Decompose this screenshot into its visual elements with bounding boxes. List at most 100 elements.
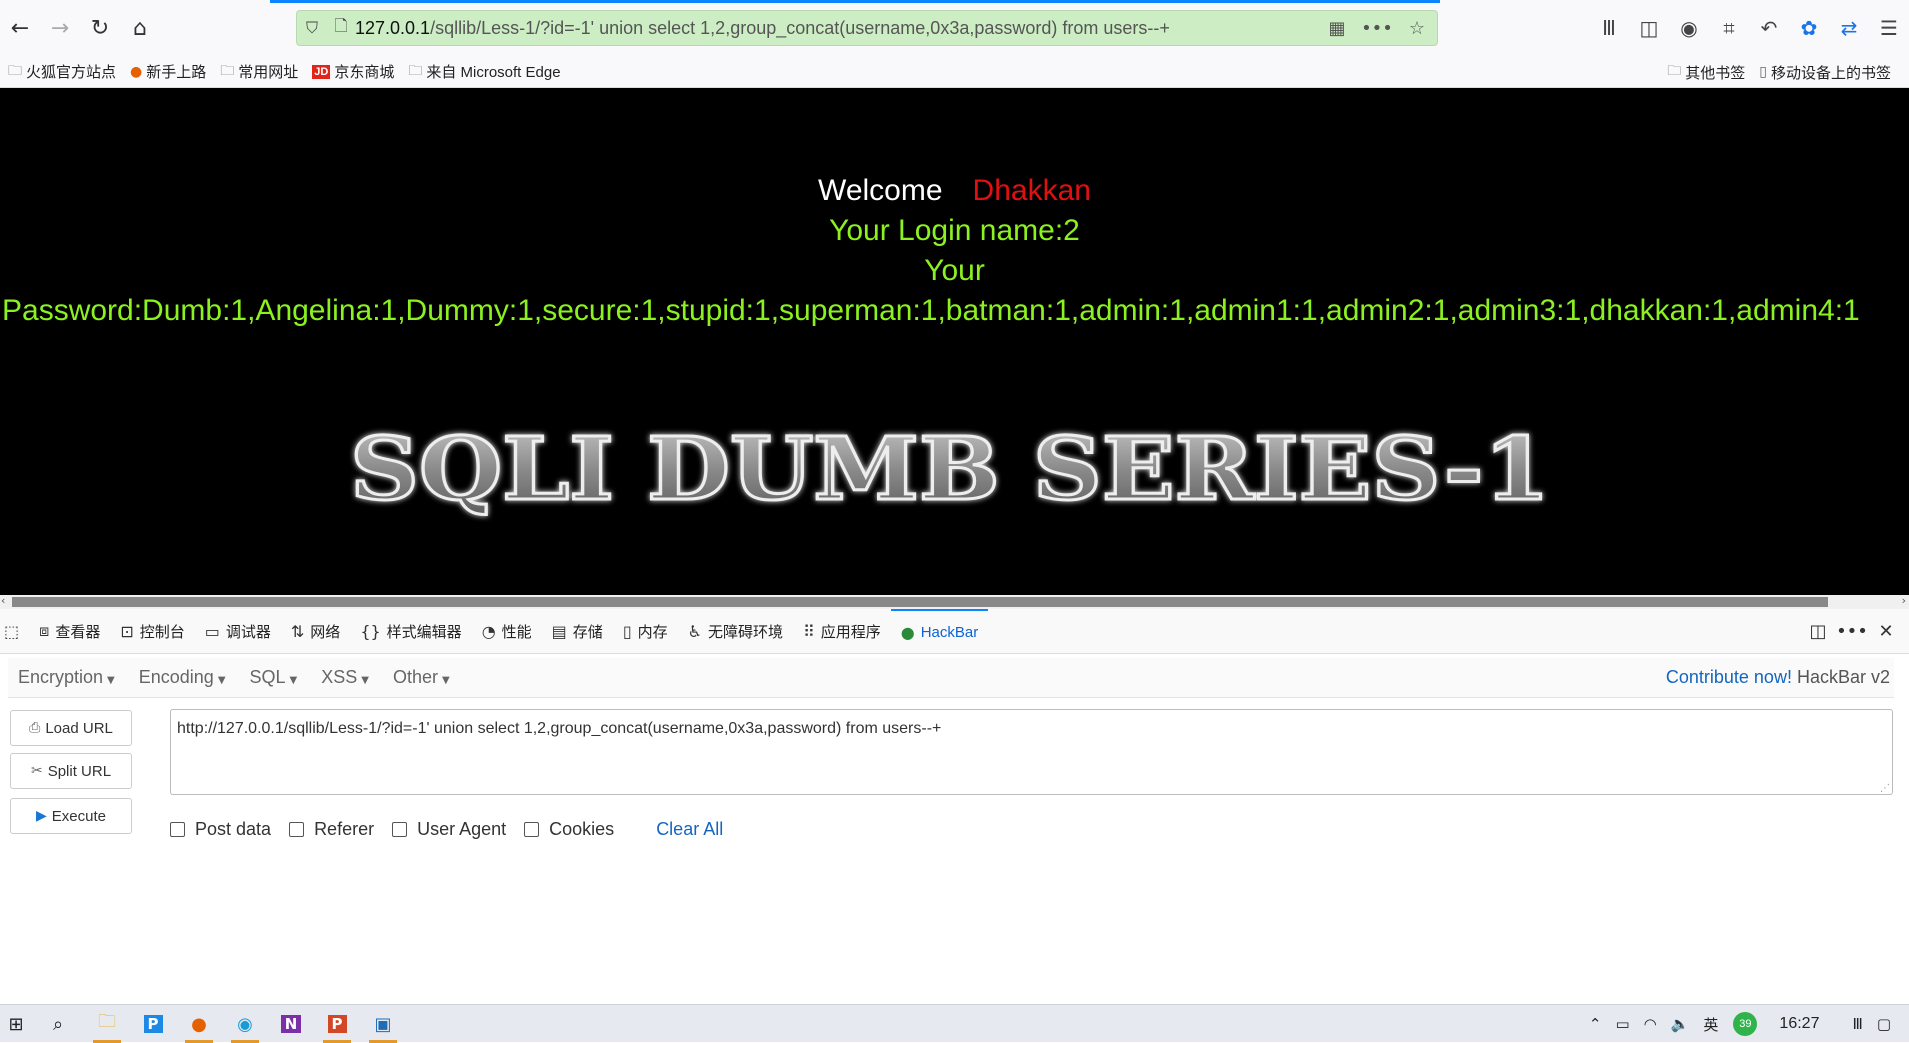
tab-hackbar[interactable]: ● HackBar: [890, 608, 989, 654]
pycharm-icon[interactable]: P: [137, 1009, 169, 1039]
user-agent-checkbox[interactable]: [392, 821, 408, 837]
undo-icon[interactable]: ↶: [1749, 16, 1789, 40]
folder-icon: 🗀: [8, 62, 22, 79]
input-mode-icon[interactable]: Ⅲ: [1852, 1015, 1862, 1033]
bookmark-item[interactable]: 🗀 常用网址: [220, 60, 298, 84]
tab-performance[interactable]: ◔ 性能: [472, 609, 542, 654]
tab-inspector[interactable]: ⧈ 查看器: [29, 609, 110, 654]
tab-accessibility[interactable]: ♿ 无障碍环境: [678, 609, 793, 654]
referer-checkbox[interactable]: [289, 821, 305, 837]
split-url-button[interactable]: ✂ Split URL: [10, 753, 132, 789]
bookmark-item[interactable]: JD 京东商城: [312, 61, 394, 82]
file-explorer-icon[interactable]: 🗀: [91, 1009, 123, 1043]
back-button[interactable]: ←: [0, 8, 40, 48]
ime-indicator[interactable]: 英: [1703, 1014, 1718, 1035]
account-icon[interactable]: ◉: [1669, 16, 1709, 40]
load-url-button[interactable]: ⎙ Load URL: [10, 710, 132, 746]
tab-console[interactable]: ⊡ 控制台: [110, 609, 194, 654]
sidebar-icon[interactable]: ◫: [1629, 16, 1669, 40]
referer-option[interactable]: Referer: [289, 819, 374, 840]
screenshot-app-icon[interactable]: ▣: [367, 1009, 399, 1043]
bookmark-label: 常用网址: [238, 64, 299, 81]
bookmark-item[interactable]: ● 新手上路: [130, 61, 206, 82]
edge-icon[interactable]: ◉: [229, 1009, 261, 1043]
url-text[interactable]: 127.0.0.1/sqllib/Less-1/?id=-1' union se…: [355, 18, 1317, 39]
user-name: Dhakkan: [972, 174, 1091, 207]
screenshot-icon[interactable]: ⌗: [1709, 16, 1749, 40]
menu-sql[interactable]: SQL ▼: [250, 667, 298, 688]
tray-app-badge[interactable]: 39: [1733, 1012, 1758, 1036]
bookmark-star-icon[interactable]: ☆: [1397, 18, 1437, 39]
menu-icon[interactable]: ☰: [1869, 16, 1909, 40]
page-info-icon[interactable]: 🗋: [327, 15, 355, 42]
powerpoint-icon[interactable]: P: [321, 1009, 353, 1043]
cookies-checkbox[interactable]: [524, 821, 540, 837]
inspector-icon: ⧈: [39, 621, 50, 640]
notification-icon[interactable]: ▢: [1877, 1015, 1891, 1033]
devtools-menu-icon[interactable]: •••: [1835, 621, 1869, 642]
volume-icon[interactable]: 🔈: [1671, 1015, 1690, 1033]
storage-icon: ▤: [551, 621, 567, 641]
scroll-right-icon[interactable]: ›: [1902, 594, 1906, 607]
menu-encoding[interactable]: Encoding ▼: [139, 667, 226, 688]
tab-application[interactable]: ⠿ 应用程序: [793, 609, 891, 654]
bookmark-item[interactable]: ▯ 移动设备上的书签: [1759, 62, 1891, 83]
menu-encryption[interactable]: Encryption ▼: [18, 667, 115, 688]
clear-all-link[interactable]: Clear All: [656, 819, 723, 840]
extension-icon[interactable]: ✿: [1789, 16, 1829, 40]
hackbar-url-input[interactable]: http://127.0.0.1/sqllib/Less-1/?id=-1' u…: [170, 709, 1893, 795]
tab-style-editor[interactable]: {} 样式编辑器: [350, 609, 471, 654]
firefox-icon[interactable]: ●: [183, 1009, 215, 1043]
wifi-icon[interactable]: ◠: [1644, 1015, 1657, 1033]
tray-expand-icon[interactable]: ⌃: [1589, 1015, 1602, 1033]
scrollbar-thumb[interactable]: [12, 597, 1828, 607]
user-agent-option[interactable]: User Agent: [392, 819, 506, 840]
tab-label: 网络: [310, 623, 341, 641]
taskbar: ⊞ ⌕ 🗀 P ● ◉ N P ▣ ⌃ ▭ ◠ 🔈 英 39 16:27 Ⅲ ▢: [0, 1004, 1909, 1043]
menu-label: SQL: [249, 667, 286, 687]
qr-code-icon[interactable]: ▦: [1317, 18, 1357, 39]
execute-button[interactable]: ▶ Execute: [10, 798, 132, 834]
element-picker-icon[interactable]: ⬚: [0, 609, 29, 654]
sync-icon[interactable]: ⇄: [1829, 16, 1869, 40]
dock-icon[interactable]: ◫: [1801, 621, 1835, 642]
tab-label: 样式编辑器: [386, 623, 462, 641]
menu-other[interactable]: Other ▼: [393, 667, 450, 688]
contribute-link[interactable]: Contribute now!: [1666, 667, 1792, 687]
option-label: Cookies: [549, 818, 615, 839]
button-label: Split URL: [47, 762, 112, 780]
tab-network[interactable]: ⇅ 网络: [281, 609, 350, 654]
more-actions-icon[interactable]: •••: [1357, 18, 1397, 39]
post-data-option[interactable]: Post data: [170, 819, 271, 840]
menu-xss[interactable]: XSS ▼: [321, 667, 369, 688]
tab-label: 调试器: [225, 623, 271, 641]
cookies-option[interactable]: Cookies: [524, 819, 614, 840]
resize-grip-icon[interactable]: ⋰: [1880, 783, 1890, 794]
tab-storage[interactable]: ▤ 存储: [542, 609, 613, 654]
bookmark-item[interactable]: 🗀 来自 Microsoft Edge: [408, 60, 560, 84]
forward-button[interactable]: →: [40, 8, 80, 48]
tab-debugger[interactable]: ▭ 调试器: [195, 609, 281, 654]
close-icon[interactable]: ✕: [1869, 621, 1903, 642]
accessibility-icon: ♿: [687, 621, 702, 641]
scroll-left-icon[interactable]: ‹: [1, 594, 5, 607]
horizontal-scrollbar[interactable]: ‹ ›: [0, 594, 1909, 609]
post-data-checkbox[interactable]: [170, 821, 185, 837]
windows-start-icon[interactable]: ⊞: [0, 1009, 32, 1039]
reload-button[interactable]: ↻: [80, 8, 120, 48]
menu-label: Encoding: [138, 667, 214, 687]
address-bar[interactable]: ⛉ 🗋 127.0.0.1/sqllib/Less-1/?id=-1' unio…: [296, 10, 1438, 46]
shield-icon[interactable]: ⛉: [297, 18, 327, 38]
home-button[interactable]: ⌂: [120, 8, 160, 48]
bookmarks-bar: 🗀 火狐官方站点 ● 新手上路 🗀 常用网址 JD 京东商城 🗀 来自 Microsoft…: [0, 56, 1909, 88]
library-icon[interactable]: Ⅲ: [1589, 16, 1629, 40]
search-icon[interactable]: ⌕: [42, 1009, 74, 1039]
bookmark-item[interactable]: 🗀 其他书签: [1667, 60, 1745, 84]
bookmark-label: 火狐官方站点: [26, 64, 117, 81]
onenote-icon[interactable]: N: [275, 1009, 307, 1039]
active-tab-indicator: [270, 0, 1440, 3]
battery-icon[interactable]: ▭: [1615, 1015, 1629, 1033]
bookmark-item[interactable]: 🗀 火狐官方站点: [8, 60, 116, 84]
tab-memory[interactable]: ▯ 内存: [613, 609, 678, 654]
clock[interactable]: 16:27: [1779, 1015, 1819, 1033]
